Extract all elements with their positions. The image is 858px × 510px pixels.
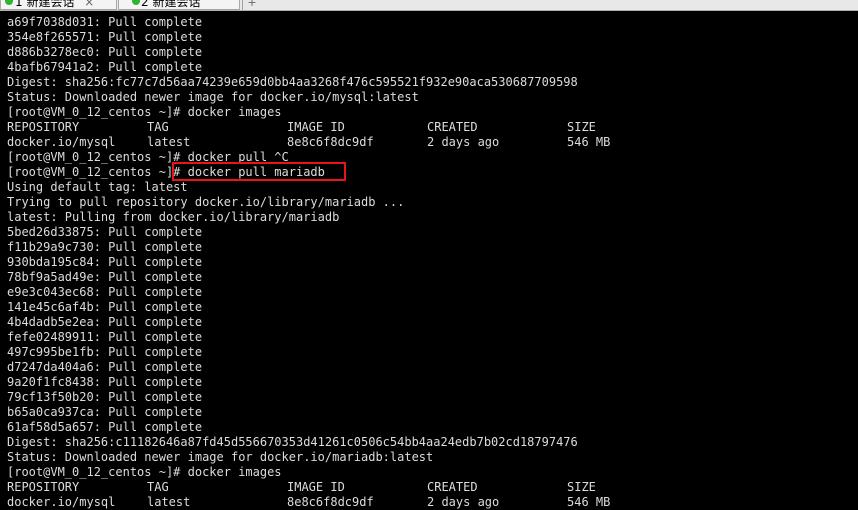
terminal-line: Digest: sha256:fc77c7d56aa74239e659d0bb4… [7,75,578,89]
table-cell: IMAGE ID [287,120,345,134]
session-tab-label: 1 新建会话 [15,0,75,9]
terminal-line: 79cf13f50b20: Pull complete [7,390,203,404]
terminal-line: Status: Downloaded newer image for docke… [7,90,419,104]
table-cell: TAG [147,120,169,134]
terminal-line: 9a20f1fc8438: Pull complete [7,375,203,389]
terminal-line: 5bed26d33875: Pull complete [7,225,203,239]
table-cell: 2 days ago [427,495,500,509]
terminal-line: a69f7038d031: Pull complete [7,15,203,29]
terminal-line: Trying to pull repository docker.io/libr… [7,195,405,209]
terminal-line: Digest: sha256:c11182646a87fd45d55667035… [7,435,578,449]
table-cell: latest [147,135,191,149]
terminal-line: d7247da404a6: Pull complete [7,360,203,374]
terminal-line: 4bafb67941a2: Pull complete [7,60,203,74]
table-cell: docker.io/mysql [7,135,116,149]
new-tab-button[interactable]: + [244,0,260,10]
terminal-line: b65a0ca937ca: Pull complete [7,405,203,419]
highlight-box [172,162,346,181]
table-cell: docker.io/mysql [7,495,116,509]
terminal-line: d886b3278ec0: Pull complete [7,45,203,59]
terminal-output[interactable]: a69f7038d031: Pull complete 354e8f265571:… [0,14,858,509]
tab-divider [242,0,243,10]
table-cell: 546 MB [567,135,611,149]
table-cell: 546 MB [567,495,611,509]
terminal-line: Using default tag: latest [7,180,188,194]
terminal-line: Status: Downloaded newer image for docke… [7,450,434,464]
terminal-line: [root@VM_0_12_centos ~]# docker images [7,105,282,119]
table-cell: 8e8c6f8dc9df [287,135,374,149]
session-tab-bar: 1 新建会话 × 2 新建会话 + [0,0,858,11]
terminal-line: 354e8f265571: Pull complete [7,30,203,44]
table-cell: REPOSITORY [7,480,80,494]
table-cell: CREATED [427,480,478,494]
terminal-line: 141e45c6af4b: Pull complete [7,300,203,314]
close-tab-icon[interactable]: × [84,0,94,9]
session-tab-1[interactable]: 1 新建会话 × [0,0,117,10]
table-cell: CREATED [427,120,478,134]
terminal-line: 4b4dadb5e2ea: Pull complete [7,315,203,329]
table-cell: IMAGE ID [287,480,345,494]
terminal-line: 78bf9a5ad49e: Pull complete [7,270,203,284]
terminal-line: 930bda195c84: Pull complete [7,255,203,269]
terminal-line: 61af58d5a657: Pull complete [7,420,203,434]
table-cell: TAG [147,480,169,494]
terminal-line: f11b29a9c730: Pull complete [7,240,203,254]
table-cell: SIZE [567,120,596,134]
session-tab-label: 2 新建会话 [141,0,201,9]
session-tab-2[interactable]: 2 新建会话 [118,0,240,10]
table-cell: REPOSITORY [7,120,80,134]
connected-status-icon [5,0,13,5]
terminal-line: [root@VM_0_12_centos ~]# docker images [7,465,282,479]
terminal-line: fefe02489911: Pull complete [7,330,203,344]
terminal-line: 497c995be1fb: Pull complete [7,345,203,359]
table-cell: 8e8c6f8dc9df [287,495,374,509]
terminal-line: latest: Pulling from docker.io/library/m… [7,210,340,224]
table-cell: SIZE [567,480,596,494]
table-cell: 2 days ago [427,135,500,149]
terminal-line: e9e3c043ec68: Pull complete [7,285,203,299]
table-cell: latest [147,495,191,509]
